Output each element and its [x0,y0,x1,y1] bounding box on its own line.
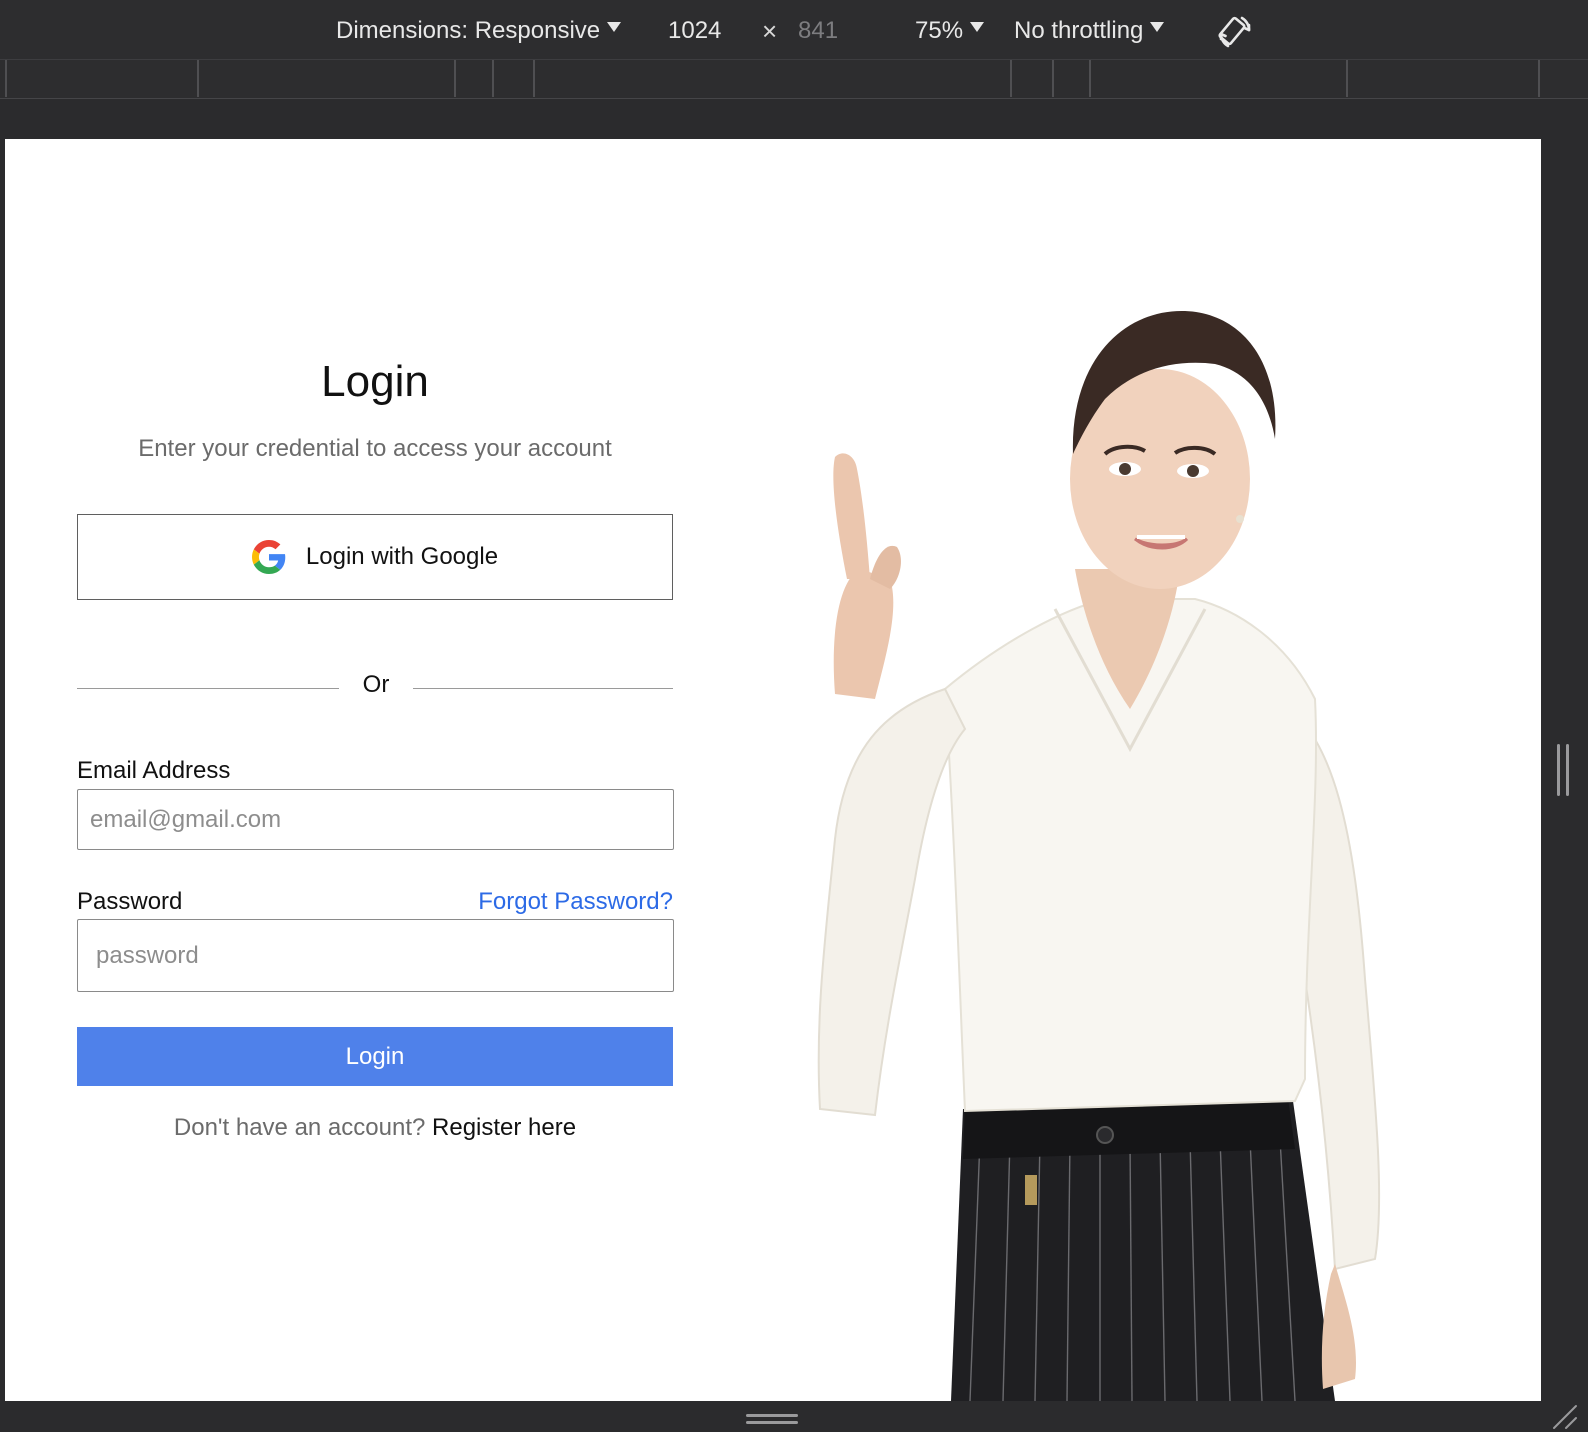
register-prompt-line: Don't have an account? Register here [77,1114,673,1142]
devtools-toolbar: Dimensions: Responsive 1024 × 841 75% No… [0,0,1588,60]
ruler-tick[interactable] [454,60,456,97]
login-with-google-button[interactable]: Login with Google [77,514,673,600]
password-label: Password [77,888,183,915]
height-input[interactable]: 841 [798,14,838,48]
ruler-tick[interactable] [5,60,7,97]
email-label: Email Address [77,757,231,784]
google-button-label: Login with Google [305,543,499,570]
ruler-tick[interactable] [1010,60,1012,97]
ruler-tick[interactable] [1346,60,1348,97]
ruler-tick[interactable] [1089,60,1091,97]
throttling-dropdown[interactable]: No throttling [1014,14,1165,48]
caret-down-icon [607,22,622,32]
page-subtitle: Enter your credential to access your acc… [138,435,612,462]
ruler-tick[interactable] [533,60,535,97]
rotate-icon[interactable] [1215,12,1255,52]
caret-down-icon [970,22,985,32]
password-field[interactable] [77,919,674,992]
dimensions-dropdown[interactable]: Dimensions: Responsive [336,14,622,48]
devtools-gap [0,99,1588,139]
width-input[interactable]: 1024 [668,14,721,48]
ruler-tick[interactable] [1538,60,1540,97]
divider-line [77,688,339,689]
throttling-label: No throttling [1014,17,1144,44]
dimensions-label: Dimensions: Responsive [336,17,601,44]
woman-pointing-up-image [817,310,1381,1401]
forgot-password-link[interactable]: Forgot Password? [478,888,673,916]
login-form: Login Enter your credential to access yo… [77,139,674,1401]
or-divider: Or [77,671,673,705]
page-title: Login [321,357,429,406]
zoom-label: 75% [915,17,964,44]
media-query-ruler[interactable] [0,60,1588,99]
register-prompt: Don't have an account? [173,1114,426,1141]
zoom-dropdown[interactable]: 75% [915,14,985,48]
times-icon: × [762,16,778,46]
ruler-tick[interactable] [197,60,199,97]
resize-handle-right-icon[interactable] [1557,744,1571,796]
caret-down-icon [1150,22,1165,32]
ruler-tick[interactable] [492,60,494,97]
register-link[interactable]: Register here [432,1114,576,1141]
ruler-tick[interactable] [1052,60,1054,97]
email-field[interactable] [77,789,674,850]
resize-handle-bottom-icon[interactable] [746,1414,798,1426]
google-logo-icon [251,540,286,574]
divider-text: Or [362,671,390,698]
login-button[interactable]: Login [77,1027,673,1086]
resize-corner-icon[interactable] [1548,1404,1578,1430]
page-viewport: Login Enter your credential to access yo… [5,139,1541,1401]
divider-line [413,688,673,689]
